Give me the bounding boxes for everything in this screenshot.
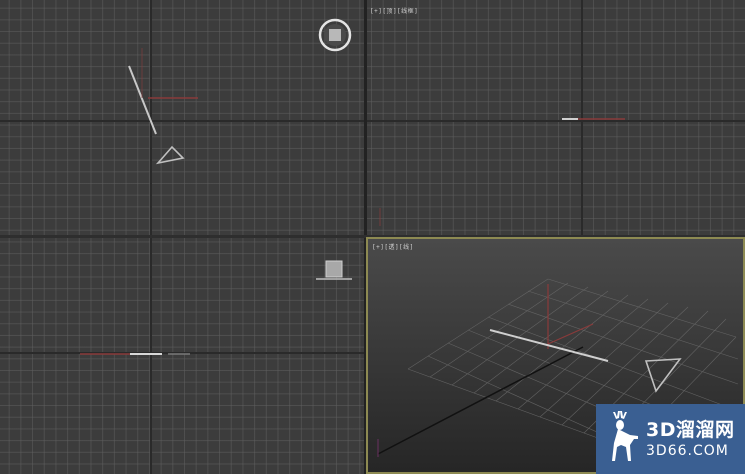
camera-triangle-top-left[interactable] (155, 145, 185, 165)
deer-logo-icon (600, 409, 646, 469)
axis-line-dark (377, 346, 584, 455)
watermark-text: 3D溜溜网 3D66.COM (646, 418, 735, 460)
max-viewports: [+][顶][线框] [+][透][线] 3D溜溜网 3D66.COM (0, 0, 745, 474)
box-icon[interactable] (316, 258, 354, 288)
watermark-badge: 3D溜溜网 3D66.COM (596, 404, 745, 474)
watermark-brand: 3D溜溜网 (646, 419, 735, 441)
camera-line-top-left[interactable] (128, 48, 198, 135)
target-icon[interactable] (318, 18, 352, 56)
watermark-url: 3D66.COM (646, 443, 729, 459)
camera-triangle-perspective (644, 358, 682, 393)
camera-line-perspective (489, 329, 609, 362)
